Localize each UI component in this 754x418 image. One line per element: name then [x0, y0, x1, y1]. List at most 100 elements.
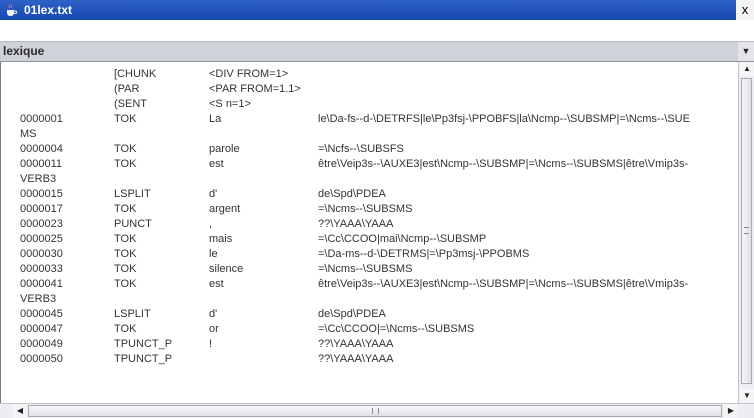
text-line: 0000023 PUNCT, ??\YAAA\YAAA	[1, 217, 738, 232]
cell-c1: 0000030	[20, 248, 63, 260]
cell-c2: TPUNCT_P	[114, 338, 173, 350]
cell-c3: le	[209, 248, 218, 260]
scroll-right-button[interactable]: ▶	[724, 404, 738, 418]
cell-c1: 0000047	[20, 323, 63, 335]
cell-c1: VERB3	[20, 293, 57, 305]
cell-c4: =\Da-ms--d-\DETRMS|=\Pp3msj-\PPOBMS	[318, 248, 530, 260]
cell-c2: (PAR	[114, 83, 140, 95]
cell-c3: est	[209, 158, 224, 170]
java-cup-icon	[7, 3, 18, 16]
cell-c1: VERB3	[20, 173, 57, 185]
text-line: 0000015 LSPLIT d' de\Spd\PDEA	[1, 187, 738, 202]
scroll-left-button[interactable]: ◀	[13, 404, 27, 418]
cell-c3: or	[209, 323, 219, 335]
cell-c2: TOK	[114, 158, 137, 170]
grip-icon	[372, 408, 379, 414]
cell-c3: est	[209, 278, 224, 290]
cell-c2: [CHUNK	[114, 68, 157, 80]
cell-c3: mais	[209, 233, 233, 245]
text-line: 0000001 TOK La le\Da-fs--d-\DETRFS|le\Pp3fs…	[1, 112, 738, 127]
cell-c1: 0000017	[20, 203, 63, 215]
cell-c4: =\Ncfs--\SUBSFS	[318, 143, 404, 155]
cell-c2: TOK	[114, 248, 137, 260]
text-line: (SENT <S n=1>	[1, 97, 738, 112]
cell-c2: LSPLIT	[114, 188, 151, 200]
cell-c2: TOK	[114, 233, 137, 245]
cell-c4: le\Da-fs--d-\DETRFS|le\Pp3fsj-\PPOBFS|la…	[318, 113, 690, 125]
cell-c1: 0000025	[20, 233, 63, 245]
cell-c1: 0000050	[20, 353, 63, 365]
cell-c2: TOK	[114, 323, 137, 335]
text-line: 0000017 TOK argent =\Ncms--\SUBSMS	[1, 202, 738, 217]
view-selector-value: lexique	[3, 44, 45, 58]
cell-c1: 0000033	[20, 263, 63, 275]
cell-c1: 0000004	[20, 143, 63, 155]
cell-c2: TPUNCT_P	[114, 353, 173, 365]
text-line: 0000047 TOK or =\Cc\CCOO|=\Ncms--\SUBSMS	[1, 322, 738, 337]
cell-c2: TOK	[114, 278, 137, 290]
cell-c3: !	[209, 338, 213, 350]
text-area[interactable]: [CHUNK <DIV FROM=1> (PAR <PAR FROM=1.1> (SEN…	[0, 62, 738, 403]
cell-c1: 0000041	[20, 278, 63, 290]
chevron-down-icon[interactable]: ▼	[738, 42, 754, 61]
cell-c4: ??\YAAA\YAAA	[318, 353, 394, 365]
window-title: 01lex.txt	[24, 3, 73, 17]
cell-c3: argent	[209, 203, 241, 215]
text-line: 0000030 TOK le =\Da-ms--d-\DETRMS|=\Pp3msj-…	[1, 247, 738, 262]
cell-c4: de\Spd\PDEA	[318, 188, 386, 200]
text-line: VERB3	[1, 292, 738, 307]
cell-c3: d'	[209, 308, 218, 320]
text-line: 0000025 TOK mais =\Cc\CCOO|mai\Ncmp--\SUBSM…	[1, 232, 738, 247]
cell-c3: <DIV FROM=1>	[209, 68, 289, 80]
scroll-up-button[interactable]: ▲	[740, 62, 754, 76]
text-line: 0000041 TOK est être\Veip3s--\AUXE3|est\Ncm…	[1, 277, 738, 292]
cell-c1: 0000045	[20, 308, 63, 320]
text-line: MS	[1, 127, 738, 142]
grip-icon	[744, 227, 749, 234]
cell-c3: d'	[209, 188, 218, 200]
cell-c2: TOK	[114, 143, 137, 155]
cell-c1: 0000049	[20, 338, 63, 350]
view-selector[interactable]: lexique ▼	[0, 41, 754, 62]
cell-c1: 0000001	[20, 113, 63, 125]
cell-c4: ??\YAAA\YAAA	[318, 338, 394, 350]
horizontal-scroll-thumb[interactable]	[28, 405, 722, 417]
cell-c4: =\Cc\CCOO|=\Ncms--\SUBSMS	[318, 323, 475, 335]
cell-c1: 0000015	[20, 188, 63, 200]
text-line: 0000045 LSPLIT d' de\Spd\PDEA	[1, 307, 738, 322]
vertical-scroll-thumb[interactable]	[741, 78, 752, 384]
text-line: VERB3	[1, 172, 738, 187]
cell-c4: =\Cc\CCOO|mai\Ncmp--\SUBSMP	[318, 233, 487, 245]
cell-c4: de\Spd\PDEA	[318, 308, 386, 320]
text-line: 0000033 TOK silence =\Ncms--\SUBSMS	[1, 262, 738, 277]
cell-c3: ,	[209, 218, 213, 230]
window-title-bar[interactable]: 01lex.txt x	[0, 0, 754, 20]
cell-c3: <S n=1>	[209, 98, 251, 110]
cell-c3: silence	[209, 263, 244, 275]
cell-c3: La	[209, 113, 222, 125]
cell-c2: TOK	[114, 203, 137, 215]
cell-c2: LSPLIT	[114, 308, 151, 320]
cell-c1: MS	[20, 128, 37, 140]
horizontal-scrollbar[interactable]: ◀ ▶	[0, 403, 754, 418]
cell-c4: être\Veip3s--\AUXE3|est\Ncmp--\SUBSMP|=\…	[318, 278, 689, 290]
text-line: [CHUNK <DIV FROM=1>	[1, 67, 738, 82]
text-line: 0000011 TOK est être\Veip3s--\AUXE3|est\Ncm…	[1, 157, 738, 172]
text-line: (PAR <PAR FROM=1.1>	[1, 82, 738, 97]
cell-c3: <PAR FROM=1.1>	[209, 83, 301, 95]
cell-c1: 0000011	[20, 158, 63, 170]
cell-c2: TOK	[114, 113, 137, 125]
scroll-down-button[interactable]: ▼	[740, 389, 754, 403]
text-line: 0000050 TPUNCT_P ??\YAAA\YAAA	[1, 352, 738, 367]
cell-c1: 0000023	[20, 218, 63, 230]
close-button[interactable]: x	[736, 0, 754, 20]
vertical-scrollbar[interactable]: ▲ ▼	[738, 62, 754, 403]
cell-c2: TOK	[114, 263, 137, 275]
cell-c2: PUNCT	[114, 218, 152, 230]
cell-c4: =\Ncms--\SUBSMS	[318, 203, 413, 215]
cell-c4: =\Ncms--\SUBSMS	[318, 263, 413, 275]
text-line: 0000049 TPUNCT_P! ??\YAAA\YAAA	[1, 337, 738, 352]
cell-c4: être\Veip3s--\AUXE3|est\Ncmp--\SUBSMP|=\…	[318, 158, 689, 170]
text-line: 0000004 TOK parole =\Ncfs--\SUBSFS	[1, 142, 738, 157]
cell-c3: parole	[209, 143, 240, 155]
